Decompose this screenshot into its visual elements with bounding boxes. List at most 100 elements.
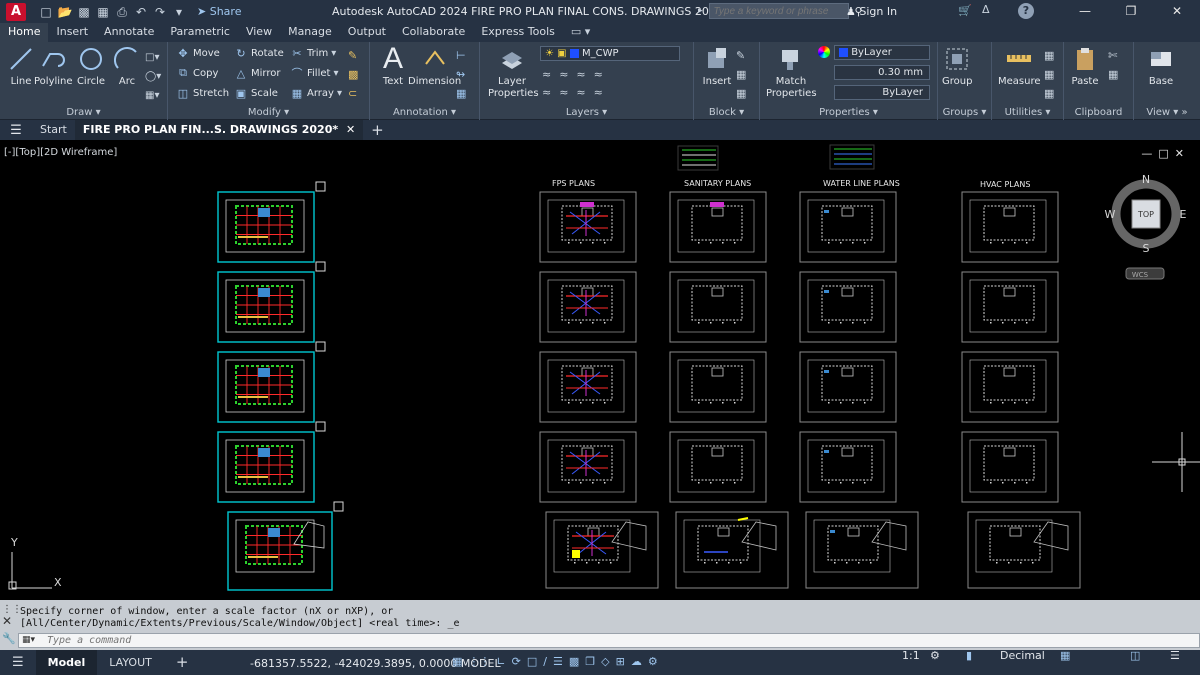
lineweight-icon[interactable]: ☰ (553, 655, 563, 668)
compass-s[interactable]: S (1143, 242, 1150, 255)
layout-tab[interactable]: LAYOUT (97, 650, 164, 675)
drawing-canvas[interactable]: Y X TOP N S E W WCS (0, 140, 1200, 600)
polyline-button[interactable]: Polyline (34, 44, 73, 87)
linetype-dropdown[interactable]: ByLayer (834, 85, 930, 100)
fillet-dropdown-icon[interactable]: ▾ (333, 68, 338, 79)
trim-button[interactable]: ✂ Trim ▾ (290, 46, 336, 60)
annotation-panel-title[interactable]: Annotation ▾ (370, 107, 479, 118)
help-icon[interactable]: ? (1018, 3, 1034, 19)
new-icon[interactable]: □ (38, 5, 54, 19)
viewcube[interactable]: TOP N S E W WCS (1105, 173, 1187, 280)
measure-button[interactable]: Measure (998, 44, 1041, 87)
layout-tabs-menu-icon[interactable]: ☰ (0, 650, 36, 675)
modify-panel-title[interactable]: Modify ▾ (168, 107, 369, 118)
arc-button[interactable]: Arc (112, 44, 142, 87)
units-dropdown[interactable]: Decimal (1000, 649, 1045, 662)
tab-parametric[interactable]: Parametric (162, 23, 238, 42)
annotation-visibility-icon[interactable]: ☁ (631, 655, 642, 668)
block-extra-icons[interactable]: ✎ ▦ ▦ (736, 46, 746, 103)
rotate-button[interactable]: ↻ Rotate (234, 46, 283, 60)
tab-output[interactable]: Output (340, 23, 394, 42)
move-button[interactable]: ✥ Move (176, 46, 219, 60)
minimize-icon[interactable]: — (1062, 0, 1108, 23)
workspace-gear-icon[interactable]: ⚙ (930, 649, 940, 662)
array-button[interactable]: ▦ Array ▾ (290, 86, 342, 100)
paste-button[interactable]: Paste (1070, 44, 1100, 87)
compass-e[interactable]: E (1180, 208, 1187, 221)
line-button[interactable]: Line (6, 44, 36, 87)
mirror-button[interactable]: △ Mirror (234, 66, 281, 80)
tab-home[interactable]: Home (0, 23, 49, 42)
file-tabs-menu-icon[interactable]: ☰ (0, 123, 32, 138)
dimension-button[interactable]: Dimension (408, 44, 461, 87)
utilities-panel-title[interactable]: Utilities ▾ (992, 107, 1063, 118)
model-tab[interactable]: Model (35, 650, 98, 675)
utilities-extra-icons[interactable]: ▦ ▦ ▦ (1044, 46, 1054, 103)
text-button[interactable]: A Text (378, 42, 408, 87)
new-layout-button[interactable]: + (164, 650, 201, 675)
layer-properties-button[interactable]: Layer Properties (488, 44, 539, 100)
clean-screen-icon[interactable]: ◫ (1130, 649, 1140, 662)
plot-icon[interactable]: ⎙ (114, 5, 130, 19)
dynamic-ucs-icon[interactable]: ⊞ (616, 655, 625, 668)
fillet-button[interactable]: ⌒ Fillet ▾ (290, 66, 339, 80)
new-tab-button[interactable]: + (363, 120, 392, 140)
compass-n[interactable]: N (1142, 173, 1150, 186)
start-tab[interactable]: Start (32, 120, 75, 140)
drawing-tab[interactable]: FIRE PRO PLAN FIN...S. DRAWINGS 2020* ✕ (74, 120, 364, 140)
groups-panel-title[interactable]: Groups ▾ (938, 107, 991, 118)
lineweight-dropdown[interactable]: 0.30 mm (834, 65, 930, 80)
command-close-icon[interactable]: ✕ (2, 614, 12, 628)
close-icon[interactable]: ✕ (1154, 0, 1200, 23)
grid-icon[interactable]: ▦ (452, 655, 462, 668)
trim-dropdown-icon[interactable]: ▾ (331, 48, 336, 59)
share-button[interactable]: ➤ Share (197, 5, 241, 18)
recent-commands-icon[interactable]: ▦▾ (22, 635, 35, 645)
clipboard-panel-title[interactable]: Clipboard (1064, 107, 1133, 118)
selection-cycling-icon[interactable]: ❐ (585, 655, 595, 668)
transparency-icon[interactable]: ▩ (569, 655, 579, 668)
compass-w[interactable]: W (1105, 208, 1116, 221)
save-as-icon[interactable]: ▦ (95, 5, 111, 19)
tab-view[interactable]: View (238, 23, 280, 42)
application-menu-button[interactable]: A (6, 2, 26, 21)
tab-annotate[interactable]: Annotate (96, 23, 162, 42)
stretch-button[interactable]: ◫ Stretch (176, 86, 229, 100)
auto-scale-icon[interactable]: ⚙ (648, 655, 658, 668)
match-properties-button[interactable]: Match Properties (766, 44, 817, 100)
tab-express-tools[interactable]: Express Tools (473, 23, 563, 42)
insert-button[interactable]: Insert (702, 44, 732, 87)
modify-extra-icons[interactable]: ✎ ▩ ⊂ (348, 46, 358, 103)
autodesk-account-icon[interactable]: Δ (982, 3, 990, 16)
view-panel-title[interactable]: View ▾ » (1134, 107, 1200, 118)
draw-panel-title[interactable]: Draw ▾ (0, 107, 167, 118)
quick-properties-icon[interactable]: ▦ (1060, 649, 1070, 662)
cart-icon[interactable]: 🛒 (958, 4, 972, 17)
osnap-icon[interactable]: □ (527, 655, 537, 668)
ribbon-minimize-button[interactable]: ▭ ▾ (563, 23, 598, 42)
circle-button[interactable]: Circle (76, 44, 106, 87)
copy-button[interactable]: ⧉ Copy (176, 66, 218, 80)
color-dropdown[interactable]: ByLayer (834, 45, 930, 60)
tab-collaborate[interactable]: Collaborate (394, 23, 473, 42)
search-input[interactable] (708, 3, 849, 19)
properties-panel-title[interactable]: Properties ▾ (760, 107, 937, 118)
open-icon[interactable]: 📂 (57, 5, 73, 19)
close-tab-icon[interactable]: ✕ (346, 123, 355, 136)
draw-extra-icons[interactable]: □▾ ◯▾ ▦▾ (145, 48, 161, 105)
command-input[interactable] (18, 633, 1200, 648)
layer-tool-icons[interactable]: ≈≈≈≈ ≈≈≈≈ (542, 66, 611, 102)
ortho-icon[interactable]: ∟ (496, 655, 505, 668)
3d-osnap-icon[interactable]: ◇ (601, 655, 609, 668)
customization-icon[interactable]: ☰ (1170, 649, 1180, 662)
drawing-viewport[interactable]: [-][Top][2D Wireframe] —□✕ FPS PLANS SAN… (0, 140, 1200, 600)
annotation-extra-icons[interactable]: ⊢ ↬ ▦ (456, 46, 466, 103)
customize-icon[interactable]: 🔧 (2, 632, 16, 645)
layers-panel-title[interactable]: Layers ▾ (480, 107, 693, 118)
tab-manage[interactable]: Manage (280, 23, 340, 42)
save-icon[interactable]: ▩ (76, 5, 92, 19)
tab-insert[interactable]: Insert (48, 23, 96, 42)
otrack-icon[interactable]: ∕ (543, 655, 547, 668)
redo-icon[interactable]: ↷ (152, 5, 168, 19)
base-view-button[interactable]: Base (1146, 44, 1176, 87)
